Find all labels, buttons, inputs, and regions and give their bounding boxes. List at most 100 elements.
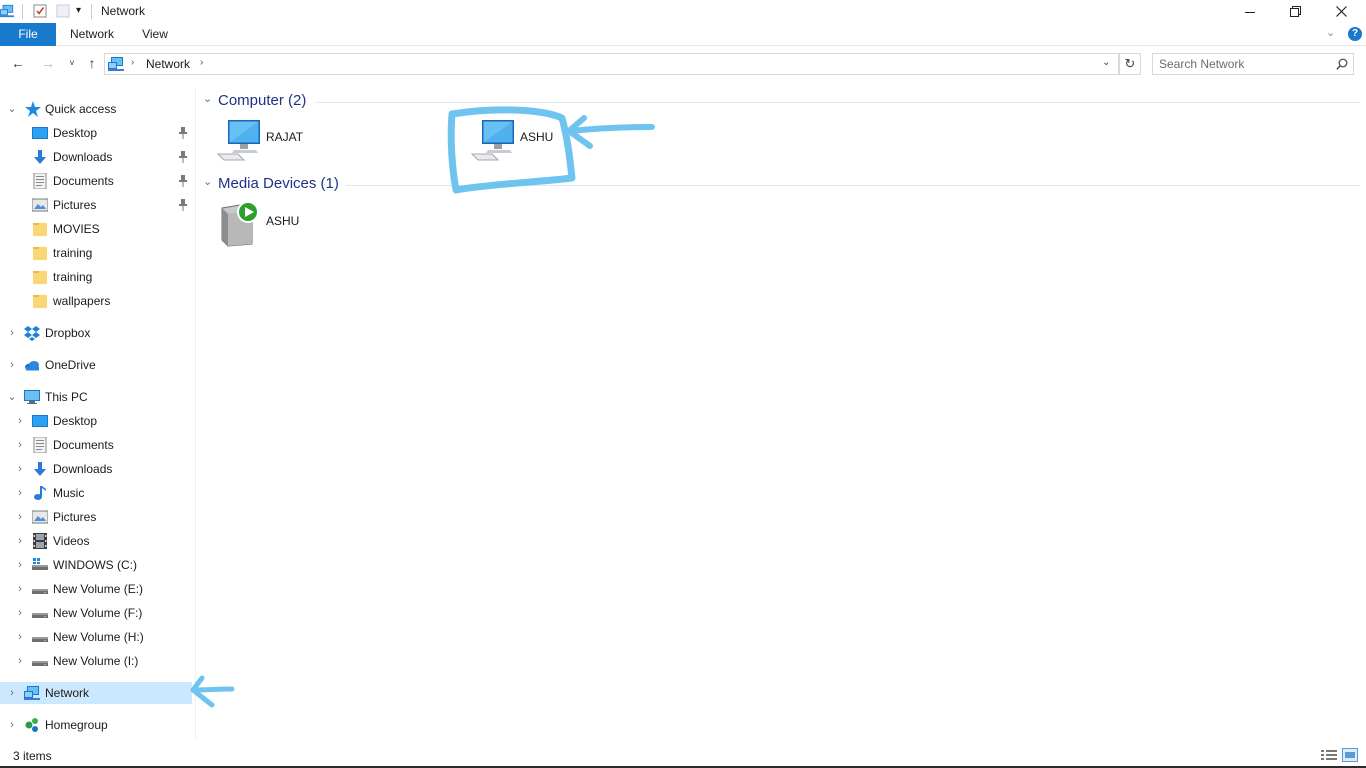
chevron-right-icon[interactable]: › xyxy=(14,458,26,480)
chevron-right-icon[interactable]: › xyxy=(14,482,26,504)
item-label: RAJAT xyxy=(266,130,304,144)
nav-label: Pictures xyxy=(53,198,97,212)
nav-pc-windows-c[interactable]: › WINDOWS (C:) xyxy=(0,554,192,576)
pictures-icon xyxy=(32,509,48,525)
tab-view[interactable]: View xyxy=(130,23,180,46)
nav-qa-desktop[interactable]: Desktop xyxy=(0,122,192,144)
up-button[interactable]: ↑ xyxy=(84,55,100,71)
nav-qa-documents[interactable]: Documents xyxy=(0,170,192,192)
nav-qa-pictures[interactable]: Pictures xyxy=(0,194,192,216)
chevron-down-icon[interactable]: ⌄ xyxy=(6,98,18,120)
chevron-down-icon[interactable]: ⌄ xyxy=(203,92,212,105)
chevron-right-icon[interactable]: › xyxy=(14,602,26,624)
chevron-right-icon[interactable]: › xyxy=(14,530,26,552)
nav-homegroup[interactable]: › Homegroup xyxy=(0,714,192,736)
downloads-icon xyxy=(32,149,48,165)
nav-pc-documents[interactable]: › Documents xyxy=(0,434,192,456)
chevron-right-icon[interactable]: › xyxy=(14,554,26,576)
breadcrumb-network[interactable]: Network xyxy=(146,57,190,71)
nav-dropbox[interactable]: › Dropbox xyxy=(0,322,192,344)
computer-icon xyxy=(470,116,518,164)
drive-icon xyxy=(32,629,48,645)
breadcrumb-chevron-icon[interactable]: › xyxy=(200,57,203,68)
nav-pc-downloads[interactable]: › Downloads xyxy=(0,458,192,480)
help-icon[interactable]: ? xyxy=(1348,27,1362,41)
chevron-right-icon[interactable]: › xyxy=(6,322,18,344)
status-bar: 3 items xyxy=(0,744,1366,766)
group-divider xyxy=(346,185,1360,186)
nav-qa-training[interactable]: training xyxy=(0,242,192,264)
nav-pc-videos[interactable]: › Videos xyxy=(0,530,192,552)
nav-pc-music[interactable]: › Music xyxy=(0,482,192,504)
close-button[interactable] xyxy=(1318,0,1364,23)
nav-qa-downloads[interactable]: Downloads xyxy=(0,146,192,168)
details-view-icon[interactable] xyxy=(1321,749,1337,761)
search-box[interactable] xyxy=(1152,53,1354,75)
downloads-icon xyxy=(32,461,48,477)
dropbox-icon xyxy=(24,325,40,341)
nav-label: training xyxy=(53,246,93,260)
nav-label: training xyxy=(53,270,93,284)
close-icon xyxy=(1335,6,1347,17)
nav-label: wallpapers xyxy=(53,294,111,308)
customize-toolbar-icon[interactable]: ▾ xyxy=(76,5,81,16)
address-bar[interactable]: › Network › ⌄ xyxy=(104,53,1119,75)
recent-locations-button[interactable]: ˅ xyxy=(64,55,80,71)
nav-network[interactable]: › Network xyxy=(0,682,192,704)
nav-onedrive[interactable]: › OneDrive xyxy=(0,354,192,376)
minimize-icon xyxy=(1245,11,1255,13)
minimize-button[interactable] xyxy=(1227,0,1273,23)
chevron-right-icon[interactable]: › xyxy=(6,682,18,704)
chevron-right-icon[interactable]: › xyxy=(14,650,26,672)
nav-label: New Volume (E:) xyxy=(53,582,144,596)
group-header-computer[interactable]: ⌄ Computer (2) xyxy=(200,91,1360,111)
chevron-down-icon[interactable]: ⌄ xyxy=(6,386,18,408)
group-header-media-devices[interactable]: ⌄ Media Devices (1) xyxy=(200,174,1360,194)
chevron-right-icon[interactable]: › xyxy=(14,434,26,456)
chevron-right-icon[interactable]: › xyxy=(14,410,26,432)
chevron-right-icon[interactable]: › xyxy=(6,354,18,376)
nav-qa-wallpapers[interactable]: wallpapers xyxy=(0,290,192,312)
item-count: 3 items xyxy=(13,749,52,763)
nav-qa-training[interactable]: training xyxy=(0,266,192,288)
nav-pc-desktop[interactable]: › Desktop xyxy=(0,410,192,432)
chevron-right-icon[interactable]: › xyxy=(14,626,26,648)
nav-pc-volume-i[interactable]: › New Volume (I:) xyxy=(0,650,192,672)
computer-item-ashu[interactable]: ASHU xyxy=(470,116,650,164)
computer-item-rajat[interactable]: RAJAT xyxy=(216,116,396,164)
forward-button[interactable]: → xyxy=(40,55,56,71)
nav-pc-pictures[interactable]: › Pictures xyxy=(0,506,192,528)
nav-pc-volume-e[interactable]: › New Volume (E:) xyxy=(0,578,192,600)
nav-label: New Volume (I:) xyxy=(53,654,139,668)
chevron-down-icon[interactable]: ⌄ xyxy=(203,175,212,188)
restore-button[interactable] xyxy=(1272,0,1318,23)
nav-qa-movies[interactable]: MOVIES xyxy=(0,218,192,240)
pin-icon xyxy=(178,175,188,187)
nav-label: Desktop xyxy=(53,126,98,140)
properties-icon[interactable] xyxy=(33,4,47,18)
nav-label: Desktop xyxy=(53,414,98,428)
tab-file[interactable]: File xyxy=(0,23,56,46)
computer-icon xyxy=(216,116,264,164)
media-item-ashu[interactable]: ASHU xyxy=(216,200,396,248)
chevron-right-icon[interactable]: › xyxy=(6,714,18,736)
new-folder-icon[interactable] xyxy=(56,4,70,18)
nav-label: OneDrive xyxy=(45,358,96,372)
expand-ribbon-icon[interactable]: ⌄ xyxy=(1326,26,1335,39)
tab-network[interactable]: Network xyxy=(62,23,122,46)
nav-quick-access[interactable]: ⌄ Quick access xyxy=(0,98,192,120)
chevron-right-icon[interactable]: › xyxy=(14,578,26,600)
breadcrumb-separator-icon[interactable]: › xyxy=(131,57,134,68)
search-icon[interactable] xyxy=(1336,58,1348,70)
desktop-icon xyxy=(32,125,48,141)
search-input[interactable] xyxy=(1159,57,1329,71)
nav-pc-volume-h[interactable]: › New Volume (H:) xyxy=(0,626,192,648)
nav-label: Network xyxy=(45,686,90,700)
refresh-button[interactable]: ↻ xyxy=(1119,53,1141,75)
back-button[interactable]: ← xyxy=(10,55,26,71)
address-dropdown-icon[interactable]: ⌄ xyxy=(1102,57,1110,68)
nav-pc-volume-f[interactable]: › New Volume (F:) xyxy=(0,602,192,624)
large-icons-view-icon[interactable] xyxy=(1342,748,1358,762)
nav-this-pc[interactable]: ⌄ This PC xyxy=(0,386,192,408)
chevron-right-icon[interactable]: › xyxy=(14,506,26,528)
